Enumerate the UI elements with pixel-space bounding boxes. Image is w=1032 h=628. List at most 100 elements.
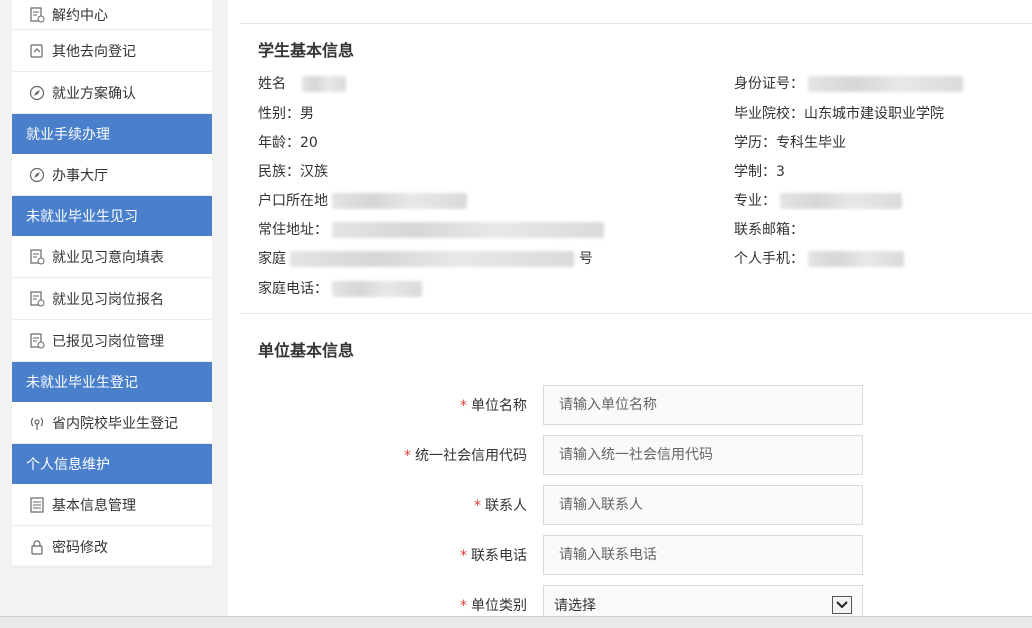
category-select[interactable]: 请选择 (543, 585, 863, 616)
document-icon (28, 332, 46, 350)
sidebar-header-procedures[interactable]: 就业手续办理 (12, 114, 212, 154)
form-row-phone: * 联系电话 (228, 535, 1032, 575)
sidebar-item-label: 解约中心 (52, 7, 108, 24)
sidebar-header-unemployed-register[interactable]: 未就业毕业生登记 (12, 362, 212, 402)
divider (240, 23, 1032, 24)
sidebar-header-label: 未就业毕业生见习 (26, 209, 138, 225)
redacted-value (290, 251, 575, 267)
required-mark: * (460, 598, 467, 614)
sidebar-item-internship-apply[interactable]: 就业见习岗位报名 (12, 278, 212, 320)
student-hukou: 户口所在地 (258, 191, 468, 211)
main-panel: 学生基本信息 姓名 性别：男 年龄：20 民族：汉族 户口所在地 常住地址： 家… (228, 0, 1032, 616)
sidebar-item-label: 办事大厅 (52, 167, 108, 184)
student-name: 姓名 (258, 74, 347, 94)
home-suffix: 号 (578, 251, 593, 267)
email-label: 联系邮箱： (734, 222, 804, 238)
category-selected-value: 请选择 (554, 598, 596, 614)
sidebar-header-personal-info[interactable]: 个人信息维护 (12, 444, 212, 484)
address-label: 常住地址： (258, 222, 328, 238)
redacted-value (808, 76, 964, 92)
phone-label: * 联系电话 (460, 548, 527, 564)
document-icon (28, 6, 46, 24)
contact-input[interactable] (543, 485, 863, 525)
signal-icon (28, 414, 46, 432)
sidebar-item-label: 密码修改 (52, 539, 108, 556)
student-mobile: 个人手机： (734, 249, 905, 269)
student-home: 家庭 号 (258, 249, 593, 269)
lock-icon (28, 538, 46, 556)
sidebar-item-internship-intent[interactable]: 就业见习意向填表 (12, 236, 212, 278)
sidebar-header-label: 就业手续办理 (26, 127, 110, 143)
sidebar-item-label: 就业见习意向填表 (52, 249, 164, 266)
redacted-value (780, 193, 903, 209)
required-mark: * (474, 498, 481, 514)
id-label: 身份证号： (734, 76, 804, 92)
contact-label: * 联系人 (474, 498, 527, 514)
sidebar-item-label: 其他去向登记 (52, 43, 136, 60)
redacted-value (302, 76, 347, 92)
student-info-title: 学生基本信息 (258, 41, 355, 60)
major-label: 专业： (734, 193, 776, 209)
sidebar-item-province-register[interactable]: 省内院校毕业生登记 (12, 402, 212, 444)
form-row-company-name: * 单位名称 (228, 385, 1032, 425)
home-phone-label: 家庭电话： (258, 281, 328, 297)
company-info-title: 单位基本信息 (258, 341, 355, 360)
sidebar-item-service-hall[interactable]: 办事大厅 (12, 154, 212, 196)
credit-code-label: * 统一社会信用代码 (404, 448, 527, 464)
sidebar-item-label: 基本信息管理 (52, 497, 136, 514)
student-address: 常住地址： (258, 220, 605, 240)
redacted-value (332, 193, 468, 209)
student-age: 年龄：20 (258, 135, 318, 151)
form-row-credit-code: * 统一社会信用代码 (228, 435, 1032, 475)
name-label: 姓名 (258, 76, 286, 92)
sidebar-item-termination-center[interactable]: 解约中心 (12, 0, 212, 30)
required-mark: * (460, 398, 467, 414)
redacted-value (332, 222, 605, 238)
sidebar: 解约中心 其他去向登记 就业方案确认 就业手续办理 办事大厅 未就业毕业生见习 … (12, 0, 212, 568)
sidebar-item-label: 已报见习岗位管理 (52, 333, 164, 350)
required-mark: * (460, 548, 467, 564)
redacted-value (332, 281, 423, 297)
list-icon (28, 496, 46, 514)
hukou-label: 户口所在地 (258, 193, 328, 209)
compass-icon (28, 84, 46, 102)
sidebar-item-other-destination[interactable]: 其他去向登记 (12, 30, 212, 72)
redirect-icon (28, 42, 46, 60)
sidebar-header-internship[interactable]: 未就业毕业生见习 (12, 196, 212, 236)
mobile-label: 个人手机： (734, 251, 804, 267)
student-id-number: 身份证号： (734, 74, 964, 94)
horizontal-scrollbar[interactable] (0, 616, 1032, 628)
student-school: 毕业院校：山东城市建设职业学院 (734, 106, 944, 122)
sidebar-item-password[interactable]: 密码修改 (12, 526, 212, 568)
compass-icon (28, 166, 46, 184)
company-name-label: * 单位名称 (460, 398, 527, 414)
required-mark: * (404, 448, 411, 464)
sidebar-item-label: 就业方案确认 (52, 85, 136, 102)
student-ethnicity: 民族：汉族 (258, 164, 328, 180)
form-row-contact: * 联系人 (228, 485, 1032, 525)
credit-code-input[interactable] (543, 435, 863, 475)
student-home-phone: 家庭电话： (258, 279, 423, 299)
chevron-down-icon[interactable] (832, 596, 852, 614)
phone-input[interactable] (543, 535, 863, 575)
document-icon (28, 248, 46, 266)
company-name-input[interactable] (543, 385, 863, 425)
divider (240, 313, 1032, 314)
form-row-category: * 单位类别 请选择 (228, 585, 1032, 616)
sidebar-header-label: 未就业毕业生登记 (26, 375, 138, 391)
student-duration: 学制：3 (734, 164, 785, 180)
student-major: 专业： (734, 191, 903, 211)
student-education: 学历：专科生毕业 (734, 135, 846, 151)
student-email: 联系邮箱： (734, 220, 804, 240)
sidebar-item-plan-confirm[interactable]: 就业方案确认 (12, 72, 212, 114)
student-gender: 性别：男 (258, 106, 314, 122)
sidebar-item-label: 就业见习岗位报名 (52, 291, 164, 308)
category-label: * 单位类别 (460, 598, 527, 614)
sidebar-item-internship-manage[interactable]: 已报见习岗位管理 (12, 320, 212, 362)
redacted-value (808, 251, 905, 267)
document-icon (28, 290, 46, 308)
home-label: 家庭 (258, 251, 286, 267)
sidebar-item-label: 省内院校毕业生登记 (52, 415, 178, 432)
sidebar-header-label: 个人信息维护 (26, 457, 110, 473)
sidebar-item-basic-info[interactable]: 基本信息管理 (12, 484, 212, 526)
